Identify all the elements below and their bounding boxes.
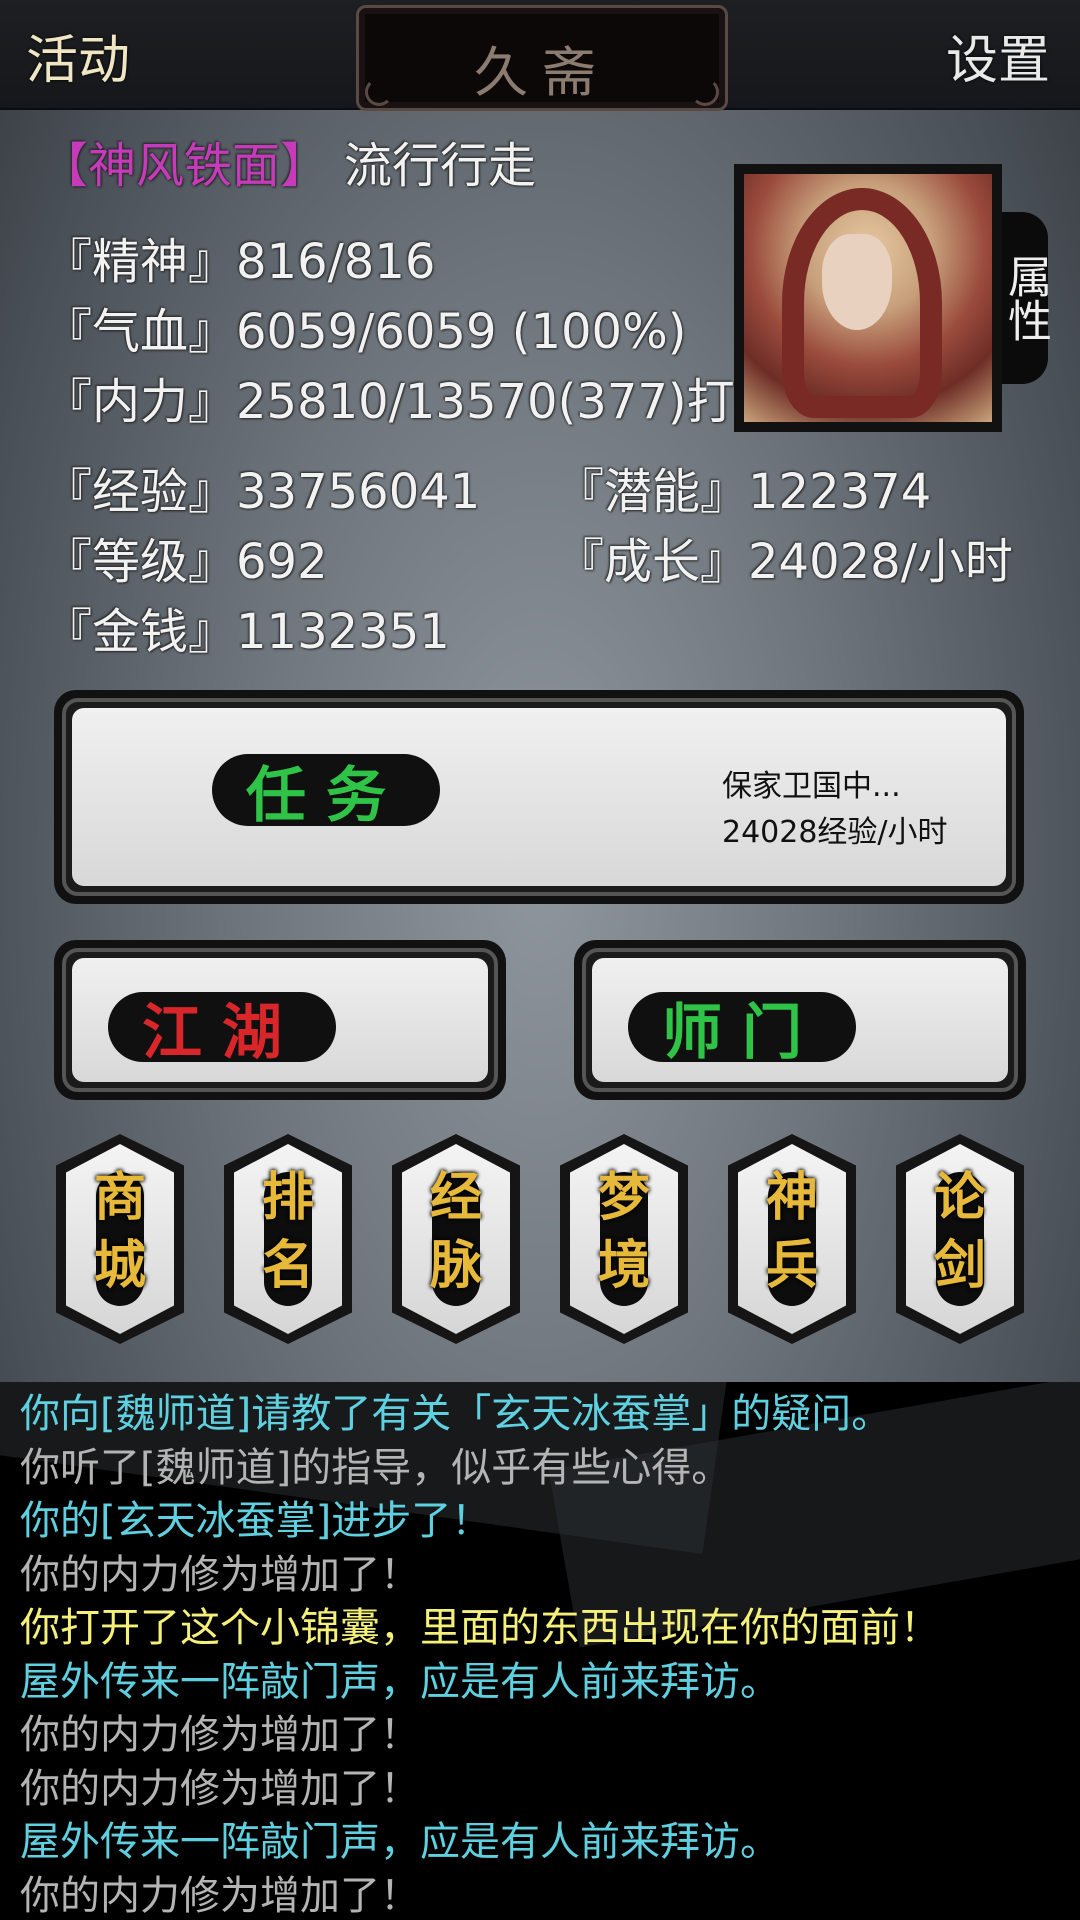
- duel-button[interactable]: 论剑: [896, 1134, 1024, 1344]
- message-log[interactable]: 你向[魏师道]请教了有关「玄天冰蚕掌」的疑问。 你听了[魏师道]的指导，似乎有些心…: [0, 1382, 1080, 1920]
- stat-qianneng: 『潜能』122374: [556, 464, 932, 520]
- dream-label: 梦境: [597, 1167, 650, 1296]
- task-status-line2: 24028经验/小时: [722, 815, 948, 850]
- stat-jingshen: 『精神』816/816: [44, 234, 436, 290]
- shimen-panel[interactable]: 师门: [574, 940, 1026, 1100]
- log-line: 你的内力修为增加了！: [20, 1712, 420, 1758]
- ranking-button[interactable]: 排名: [224, 1134, 352, 1344]
- shop-label: 商城: [93, 1167, 146, 1296]
- log-line: 屋外传来一阵敲门声，应是有人前来拜访。: [20, 1819, 780, 1865]
- stat-neili: 『内力』25810/13570(377)打坐: [44, 374, 783, 430]
- task-status-line1: 保家卫国中...: [722, 769, 901, 804]
- character-portrait[interactable]: [734, 164, 1002, 432]
- jianghu-button[interactable]: 江湖: [108, 992, 336, 1068]
- divine-weapon-button[interactable]: 神兵: [728, 1134, 856, 1344]
- ranking-label: 排名: [261, 1167, 314, 1296]
- stat-chengzhang: 『成长』24028/小时: [556, 534, 1013, 590]
- settings-button[interactable]: 设置: [946, 18, 1050, 93]
- meridian-button[interactable]: 经脉: [392, 1134, 520, 1344]
- log-line: 你打开了这个小锦囊，里面的东西出现在你的面前！: [20, 1605, 940, 1651]
- plate-ornament-left-icon: [365, 78, 393, 106]
- meridian-label: 经脉: [429, 1167, 482, 1296]
- plate-ornament-right-icon: [691, 78, 719, 106]
- dream-button[interactable]: 梦境: [560, 1134, 688, 1344]
- activity-button[interactable]: 活动: [26, 18, 130, 93]
- log-line: 屋外传来一阵敲门声，应是有人前来拜访。: [20, 1658, 780, 1705]
- log-line: 你的内力修为增加了！: [20, 1872, 420, 1919]
- jianghu-panel[interactable]: 江湖: [54, 940, 506, 1100]
- task-button[interactable]: 任务: [212, 754, 440, 831]
- portrait-image: [744, 174, 992, 422]
- shimen-button[interactable]: 师门: [628, 992, 856, 1068]
- log-line: 你的内力修为增加了！: [20, 1765, 420, 1812]
- log-line: 你的[玄天冰蚕掌]进步了！: [20, 1498, 492, 1544]
- log-line: 你向[魏师道]请教了有关「玄天冰蚕掌」的疑问。: [20, 1391, 892, 1437]
- shop-button[interactable]: 商城: [56, 1134, 184, 1344]
- duel-label: 论剑: [933, 1167, 986, 1296]
- attributes-tab[interactable]: 属性: [1000, 212, 1051, 384]
- character-title-tag: 【神风铁面】: [40, 138, 329, 194]
- task-panel[interactable]: 任务 保家卫国中... 24028经验/小时: [54, 690, 1024, 904]
- stat-jingyan: 『经验』33756041: [44, 464, 481, 520]
- log-line: 你听了[魏师道]的指导，似乎有些心得。: [20, 1444, 732, 1491]
- task-status: 保家卫国中... 24028经验/小时: [722, 764, 948, 856]
- top-bar: 活动 久斋 设置: [0, 0, 1080, 111]
- portrait-face-shape: [822, 234, 892, 330]
- stat-qixue: 『气血』6059/6059 (100%): [44, 304, 687, 360]
- log-lines: 你向[魏师道]请教了有关「玄天冰蚕掌」的疑问。 你听了[魏师道]的指导，似乎有些心…: [20, 1388, 940, 1920]
- log-line: 你的内力修为增加了！: [20, 1551, 420, 1598]
- page-title: 久斋: [474, 41, 610, 104]
- divine-weapon-label: 神兵: [765, 1167, 818, 1296]
- character-nickname: 流行行走: [344, 138, 537, 194]
- title-plate: 久斋: [356, 5, 728, 111]
- stat-dengji: 『等级』692: [44, 534, 328, 590]
- stat-jinqian: 『金钱』1132351: [44, 604, 450, 660]
